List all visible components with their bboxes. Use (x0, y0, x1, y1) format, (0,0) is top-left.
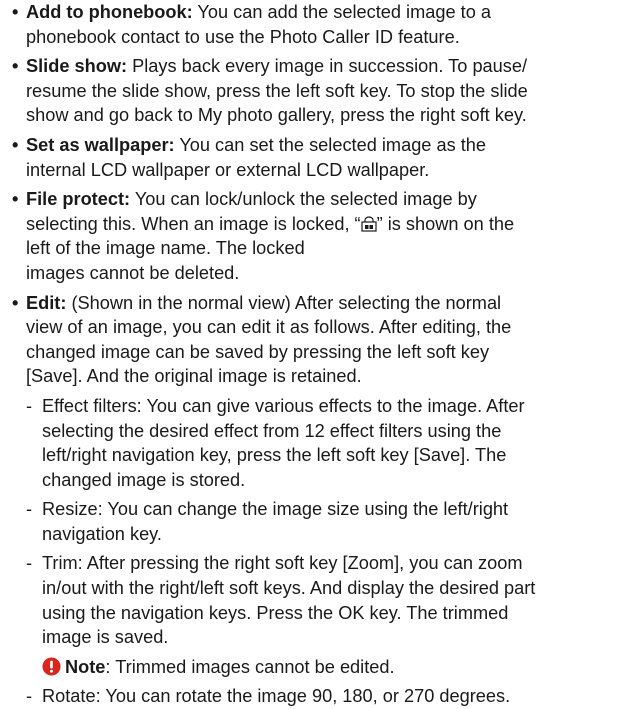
sub-text: Trim: After pressing the right soft key … (42, 553, 523, 574)
bullet-text: You can set the selected image as the (174, 134, 487, 155)
bullet-marker: • (12, 2, 19, 22)
sub-text: navigation key. (42, 523, 162, 544)
sub-text: using the navigation keys. Press the OK … (42, 602, 509, 623)
note-label: Note (65, 656, 106, 677)
edit-option-rotate: - Rotate: You can rotate the image 90, 1… (12, 684, 609, 709)
bullet-marker: • (12, 56, 19, 77)
bullet-marker: • (12, 189, 19, 210)
edit-option-resize: - Resize: You can change the image size … (12, 497, 609, 546)
note-trim: Note: Trimmed images cannot be edited. (12, 655, 609, 680)
edit-option-trim: - Trim: After pressing the right soft ke… (12, 551, 609, 649)
sub-text: Resize: You can change the image size us… (42, 499, 509, 520)
bullet-text: ” is shown on the (376, 213, 515, 234)
sub-text: in/out with the right/left soft keys. An… (42, 578, 536, 599)
edit-option-effect-filters: - Effect filters: You can give various e… (12, 394, 609, 492)
bullet-text: images cannot be deleted. (26, 262, 240, 283)
bullet-text: [Save]. And the original image is retain… (26, 366, 362, 387)
bullet-title: Slide show: (26, 56, 128, 77)
bullet-title: Add to phonebook: (26, 2, 193, 22)
bullet-title: Set as wallpaper: (26, 134, 175, 155)
bullet-set-as-wallpaper: • Set as wallpaper: You can set the sele… (12, 133, 609, 182)
bullet-text: selecting this. When an image is locked,… (26, 213, 361, 234)
note-text: : Trimmed images cannot be edited. (105, 656, 395, 677)
bullet-text: internal LCD wallpaper or external LCD w… (26, 159, 430, 180)
bullet-text: Plays back every image in succession. To… (127, 56, 528, 77)
bullet-edit: • Edit: (Shown in the normal view) After… (12, 291, 609, 389)
dash-marker: - (26, 553, 33, 574)
dash-marker: - (26, 395, 33, 416)
warning-icon (42, 657, 61, 676)
bullet-text: (Shown in the normal view) After selecti… (66, 292, 502, 313)
bullet-slide-show: • Slide show: Plays back every image in … (12, 54, 609, 128)
bullet-text: left of the image name. The locked (26, 238, 305, 259)
manual-page: • Add to phonebook: You can add the sele… (0, 0, 619, 709)
lock-icon (361, 216, 377, 232)
bullet-marker: • (12, 292, 19, 313)
sub-text: left/right navigation key, press the lef… (42, 445, 507, 466)
bullet-text: show and go back to My photo gallery, pr… (26, 105, 527, 126)
sub-text: image is saved. (42, 627, 169, 648)
bullet-text: resume the slide show, press the left so… (26, 80, 528, 101)
sub-text: changed image is stored. (42, 469, 246, 490)
bullet-marker: • (12, 134, 19, 155)
dash-marker: - (26, 686, 33, 707)
bullet-title: File protect: (26, 189, 131, 210)
dash-marker: - (26, 499, 33, 520)
bullet-title: Edit: (26, 292, 67, 313)
bullet-text: phonebook contact to use the Photo Calle… (26, 26, 460, 47)
sub-text: selecting the desired effect from 12 eff… (42, 420, 502, 441)
bullet-text: changed image can be saved by pressing t… (26, 341, 490, 362)
bullet-file-protect: • File protect: You can lock/unlock the … (12, 187, 609, 285)
bullet-add-to-phonebook: • Add to phonebook: You can add the sele… (12, 0, 609, 49)
bullet-text: You can add the selected image to a (192, 2, 491, 22)
sub-text: Rotate: You can rotate the image 90, 180… (42, 686, 511, 707)
bullet-text: You can lock/unlock the selected image b… (130, 189, 477, 210)
bullet-text: view of an image, you can edit it as fol… (26, 317, 512, 338)
sub-text: Effect filters: You can give various eff… (42, 395, 525, 416)
